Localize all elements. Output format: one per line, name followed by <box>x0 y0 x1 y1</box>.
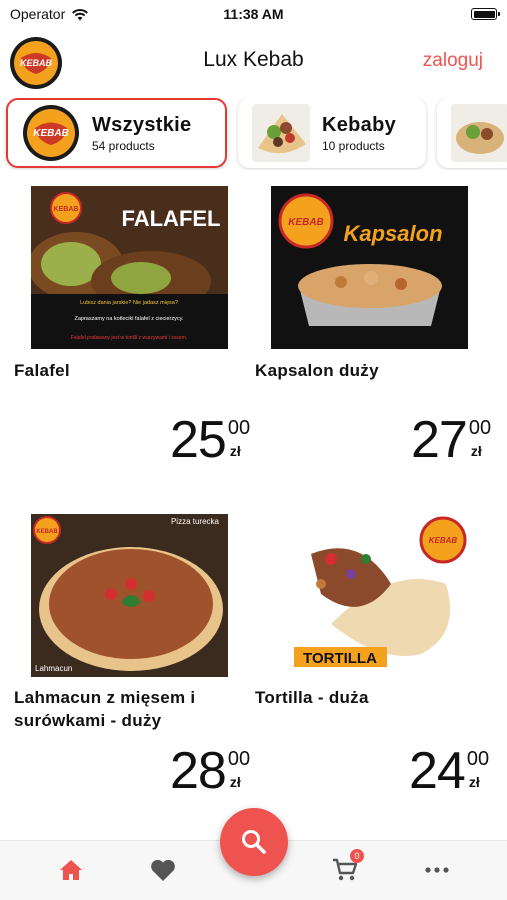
product-name: Lahmacun z mięsem i surówkami - duży <box>14 688 196 730</box>
svg-text:KEBAB: KEBAB <box>54 206 79 213</box>
search-icon <box>242 830 266 854</box>
nav-home[interactable] <box>56 855 86 885</box>
price-main: 27 <box>411 411 468 469</box>
tortilla-image: KEBAB TORTILLA <box>271 514 468 677</box>
more-icon <box>425 867 449 873</box>
heart-icon <box>151 859 175 881</box>
price-currency: zł <box>468 774 480 790</box>
battery-icon <box>471 8 500 20</box>
svg-text:KEBAB: KEBAB <box>33 128 69 139</box>
product-image: KEBAB TORTILLA <box>271 514 468 677</box>
product-name: Falafel <box>14 361 70 380</box>
lahmacun-image: KEBAB Pizza turecka Lahmacun <box>31 514 228 677</box>
category-chip-next[interactable] <box>437 98 507 168</box>
price-main: 25 <box>170 411 227 469</box>
product-card-tortilla[interactable]: KEBAB TORTILLA Tortilla - duża 24 00 zł <box>245 512 490 802</box>
product-image: KEBAB Pizza turecka Lahmacun <box>31 514 228 677</box>
price-main: 24 <box>409 742 466 800</box>
home-icon <box>60 860 82 880</box>
svg-text:KEBAB: KEBAB <box>429 536 458 545</box>
svg-text:Lahmacun: Lahmacun <box>35 664 72 673</box>
svg-text:KEBAB: KEBAB <box>36 529 58 535</box>
product-name: Tortilla - duża <box>255 688 369 707</box>
svg-text:TORTILLA: TORTILLA <box>303 650 377 667</box>
kebab-logo-icon: KEBAB <box>23 105 79 161</box>
price-cents: 00 <box>468 417 492 439</box>
category-image: KEBAB <box>22 104 80 162</box>
falafel-image: KEBAB FALAFEL Lubisz dania jarskie? Nie … <box>31 186 228 349</box>
category-list: KEBAB Wszystkie 54 products Kebaby 10 pr… <box>0 98 507 170</box>
nav-more[interactable] <box>422 855 452 885</box>
product-price: 28 00 zł <box>170 745 250 797</box>
product-card-kapsalon[interactable]: KEBAB Kapsalon Kapsalon duży 27 00 zł <box>245 184 491 484</box>
app-header: KEBAB Lux Kebab zaloguj <box>0 32 507 90</box>
kebab-plate-image <box>451 104 507 162</box>
kebab-wrap-image <box>252 104 310 162</box>
svg-text:Pizza turecka: Pizza turecka <box>171 517 220 526</box>
category-image <box>252 104 310 162</box>
product-image: KEBAB FALAFEL Lubisz dania jarskie? Nie … <box>31 186 228 349</box>
svg-text:Falafel podawany jest w tortil: Falafel podawany jest w tortilli z warzy… <box>71 335 187 341</box>
product-price: 27 00 zł <box>411 414 491 466</box>
price-main: 28 <box>170 742 227 800</box>
search-button[interactable] <box>220 808 288 876</box>
category-image <box>451 104 507 162</box>
category-count: 54 products <box>92 138 155 153</box>
price-cents: 00 <box>466 748 490 770</box>
status-bar: Operator 11:38 AM <box>0 0 507 28</box>
product-image: KEBAB Kapsalon <box>271 186 468 349</box>
category-chip-all[interactable]: KEBAB Wszystkie 54 products <box>6 98 227 168</box>
cart-badge: 0 <box>350 849 364 863</box>
svg-text:Lubisz dania jarskie? Nie jada: Lubisz dania jarskie? Nie jadasz mięsa? <box>80 300 178 306</box>
nav-favorites[interactable] <box>148 855 178 885</box>
product-card-falafel[interactable]: KEBAB FALAFEL Lubisz dania jarskie? Nie … <box>0 184 250 484</box>
svg-text:Kapsalon: Kapsalon <box>343 221 442 246</box>
category-chip-kebaby[interactable]: Kebaby 10 products <box>238 98 426 168</box>
price-currency: zł <box>470 443 482 459</box>
category-name: Wszystkie <box>92 113 192 136</box>
product-card-lahmacun[interactable]: KEBAB Pizza turecka Lahmacun Lahmacun z … <box>0 512 250 802</box>
nav-cart[interactable]: 0 <box>330 849 364 885</box>
product-name: Kapsalon duży <box>255 361 379 380</box>
svg-text:FALAFEL: FALAFEL <box>122 206 221 231</box>
category-name: Kebaby <box>322 113 397 136</box>
kapsalon-image: KEBAB Kapsalon <box>271 186 468 349</box>
product-price: 25 00 zł <box>170 414 250 466</box>
login-link[interactable]: zaloguj <box>423 50 483 72</box>
svg-text:Zapraszamy na kotleciki falafe: Zapraszamy na kotleciki falafel z ciecie… <box>74 316 183 322</box>
svg-text:KEBAB: KEBAB <box>288 217 324 228</box>
product-price: 24 00 zł <box>409 745 489 797</box>
category-count: 10 products <box>322 138 385 153</box>
clock: 11:38 AM <box>223 6 284 22</box>
